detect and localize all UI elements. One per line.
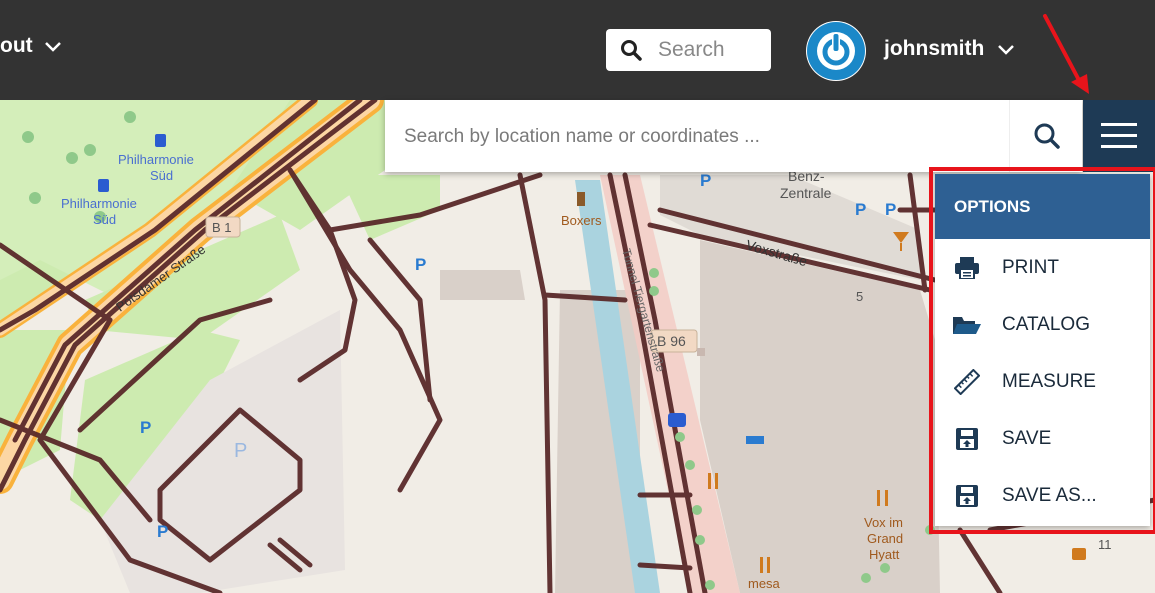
menu-item-save-as[interactable]: SAVE AS... <box>935 467 1150 524</box>
svg-text:P: P <box>885 200 896 219</box>
map-label-number: 5 <box>856 289 863 304</box>
top-navigation-bar: out johnsmith <box>0 0 1155 100</box>
svg-text:P: P <box>140 418 151 437</box>
svg-text:P: P <box>855 200 866 219</box>
hamburger-icon <box>1101 122 1137 150</box>
map-label-sud: Süd <box>150 168 173 183</box>
print-icon <box>952 256 982 279</box>
map-label-grand: Grand <box>867 531 903 546</box>
avatar[interactable] <box>806 21 866 81</box>
about-menu[interactable]: out <box>0 34 61 58</box>
location-search-bar <box>385 100 1082 172</box>
location-search-button[interactable] <box>1009 100 1083 172</box>
folder-open-icon <box>952 315 982 335</box>
menu-item-label: PRINT <box>1002 256 1059 278</box>
save-icon <box>952 427 982 450</box>
save-as-icon <box>952 484 982 507</box>
global-search-input[interactable] <box>656 37 770 63</box>
map-label-sud: Süd <box>93 212 116 227</box>
svg-text:P: P <box>700 171 711 190</box>
map-label-hyatt: Hyatt <box>869 547 900 562</box>
map-label-mesa: mesa <box>748 576 781 591</box>
about-menu-label: out <box>0 34 33 57</box>
global-search[interactable] <box>606 29 771 71</box>
hamburger-menu-button[interactable] <box>1083 100 1155 172</box>
svg-text:P: P <box>157 522 168 541</box>
power-logo-icon <box>807 22 865 80</box>
map-label-parking: P <box>234 440 247 462</box>
menu-item-label: SAVE AS... <box>1002 484 1097 506</box>
map-label-philharmonie: Philharmonie <box>61 196 137 211</box>
ruler-icon <box>952 368 982 395</box>
search-icon <box>1033 122 1061 150</box>
user-menu[interactable]: johnsmith <box>884 37 1015 61</box>
menu-item-label: CATALOG <box>1002 313 1090 335</box>
options-menu: OPTIONS PRINT CATALOG MEASURE SAVE SAVE … <box>935 174 1150 526</box>
map-label-zentrale: Zentrale <box>780 185 832 201</box>
chevron-down-icon <box>998 37 1015 61</box>
menu-item-label: MEASURE <box>1002 370 1096 392</box>
svg-text:P: P <box>415 255 426 274</box>
menu-item-measure[interactable]: MEASURE <box>935 353 1150 410</box>
annotation-arrow-icon <box>1043 14 1089 94</box>
map-label-philharmonie: Philharmonie <box>118 152 194 167</box>
search-icon <box>620 39 642 61</box>
map-label-boxers: Boxers <box>561 213 602 228</box>
menu-item-save[interactable]: SAVE <box>935 410 1150 467</box>
map-label-vox-im: Vox im <box>864 515 903 530</box>
map-label-b1: B 1 <box>212 220 232 235</box>
location-search-input[interactable] <box>402 120 1006 154</box>
menu-item-label: SAVE <box>1002 427 1052 449</box>
map-label-number: 11 <box>1098 537 1112 552</box>
options-menu-header: OPTIONS <box>935 174 1150 239</box>
menu-item-print[interactable]: PRINT <box>935 239 1150 296</box>
username-label: johnsmith <box>884 37 985 60</box>
menu-item-catalog[interactable]: CATALOG <box>935 296 1150 353</box>
chevron-down-icon <box>44 34 61 58</box>
